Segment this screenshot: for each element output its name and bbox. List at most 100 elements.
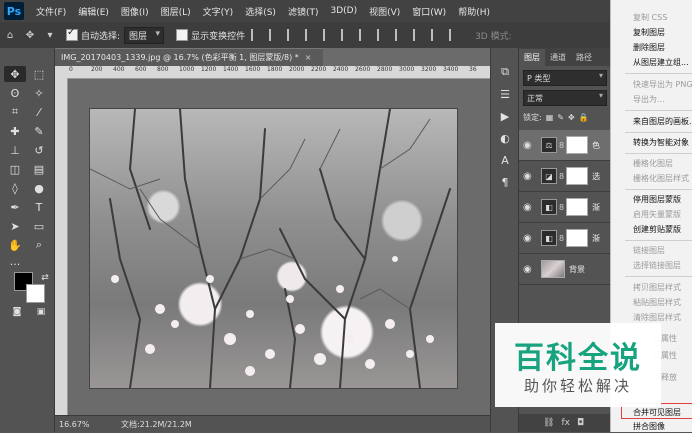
move-tool-icon[interactable]: ✥	[4, 66, 26, 82]
menu-quick-export-png[interactable]: 快速导出为 PNG	[633, 79, 692, 90]
lock-paint-icon[interactable]: ✎	[557, 113, 564, 122]
close-icon[interactable]: ×	[305, 53, 312, 62]
menu-edit[interactable]: 编辑(E)	[72, 5, 115, 18]
menu-flatten-image[interactable]: 拼合图像	[633, 421, 665, 432]
menu-view[interactable]: 视图(V)	[363, 5, 406, 18]
align-left-icon[interactable]	[251, 29, 265, 41]
eraser-tool-icon[interactable]: ◫	[4, 161, 26, 177]
lock-all-icon[interactable]: 🔒	[579, 113, 589, 122]
menu-rasterize-layer-style[interactable]: 栅格化图层样式	[633, 173, 689, 184]
menu-create-clipping-mask[interactable]: 创建剪贴蒙版	[633, 224, 681, 235]
align-right-icon[interactable]	[287, 29, 301, 41]
actions-panel-icon[interactable]: ▶	[495, 108, 515, 124]
more-tools-icon[interactable]: ···	[4, 256, 26, 272]
character-panel-icon[interactable]: A	[495, 152, 515, 168]
align-top-icon[interactable]	[305, 29, 319, 41]
menu-help[interactable]: 帮助(H)	[452, 5, 496, 18]
menu-artboard-from-layers[interactable]: 来自图层的画板...	[633, 116, 692, 127]
document-tab[interactable]: IMG_20170403_1339.jpg @ 16.7% (色彩平衡 1, 图…	[55, 48, 323, 66]
visibility-eye-icon[interactable]: ◉	[523, 233, 537, 244]
visibility-eye-icon[interactable]: ◉	[523, 140, 537, 151]
background-color-swatch[interactable]	[26, 284, 45, 303]
shape-tool-icon[interactable]: ▭	[28, 218, 50, 234]
menu-duplicate-layer[interactable]: 复制图层	[633, 27, 665, 38]
visibility-eye-icon[interactable]: ◉	[523, 202, 537, 213]
zoom-level[interactable]: 16.67%	[55, 420, 107, 429]
lasso-tool-icon[interactable]: ʘ	[4, 85, 26, 101]
home-icon[interactable]: ⌂	[3, 28, 17, 42]
visibility-eye-icon[interactable]: ◉	[523, 171, 537, 182]
align-center-icon[interactable]	[269, 29, 283, 41]
layer-mask-thumbnail[interactable]	[566, 167, 589, 185]
marquee-tool-icon[interactable]: ⬚	[28, 66, 50, 82]
screen-mode-icon[interactable]: ▣	[30, 304, 52, 320]
layer-row-selective-color[interactable]: ◉ ◪ 8 选	[519, 161, 611, 192]
adjustments-panel-icon[interactable]: ◐	[495, 130, 515, 146]
layer-row-background[interactable]: ◉ 背景	[519, 254, 611, 285]
paragraph-panel-icon[interactable]: ¶	[495, 174, 515, 190]
menu-select-linked-layers[interactable]: 选择链接图层	[633, 260, 681, 271]
menu-file[interactable]: 文件(F)	[30, 5, 72, 18]
dodge-tool-icon[interactable]: ●	[28, 180, 50, 196]
distribute-top-icon[interactable]	[413, 29, 427, 41]
fx-icon[interactable]: fx	[561, 418, 570, 428]
brush-tool-icon[interactable]: ✎	[28, 123, 50, 139]
distribute-center-icon[interactable]	[377, 29, 391, 41]
show-transform-checkbox[interactable]	[176, 29, 189, 41]
layer-row-gradient-1[interactable]: ◉ ◧ 8 渐	[519, 192, 611, 223]
menu-rasterize-layer[interactable]: 栅格化图层	[633, 158, 673, 169]
menu-enable-vector-mask[interactable]: 启用矢量蒙版	[633, 209, 681, 220]
menu-3d[interactable]: 3D(D)	[324, 6, 363, 16]
distribute-bottom-icon[interactable]	[449, 29, 463, 41]
menu-link-layers[interactable]: 链接图层	[633, 245, 665, 256]
distribute-left-icon[interactable]	[359, 29, 373, 41]
lock-position-icon[interactable]: ✥	[568, 113, 575, 122]
lock-pixels-icon[interactable]: ▦	[546, 113, 554, 122]
distribute-right-icon[interactable]	[395, 29, 409, 41]
move-tool-icon[interactable]: ✥	[23, 28, 37, 42]
menu-window[interactable]: 窗口(W)	[406, 5, 452, 18]
align-middle-icon[interactable]	[323, 29, 337, 41]
layer-row-gradient-2[interactable]: ◉ ◧ 8 渐	[519, 223, 611, 254]
auto-select-target-dropdown[interactable]: 图层	[124, 26, 165, 44]
layer-filter-dropdown[interactable]: P 类型	[523, 70, 607, 86]
menu-filter[interactable]: 滤镜(T)	[282, 5, 325, 18]
magic-wand-tool-icon[interactable]: ✧	[28, 85, 50, 101]
menu-copy-css[interactable]: 复制 CSS	[633, 12, 667, 23]
menu-image[interactable]: 图像(I)	[115, 5, 155, 18]
menu-layer[interactable]: 图层(L)	[155, 5, 197, 18]
layer-row-color-balance[interactable]: ◉ ⚖ 8 色	[519, 130, 611, 161]
path-selection-tool-icon[interactable]: ➤	[4, 218, 26, 234]
tab-paths[interactable]: 路径	[571, 52, 597, 66]
gradient-tool-icon[interactable]: ▤	[28, 161, 50, 177]
visibility-eye-icon[interactable]: ◉	[523, 264, 537, 275]
healing-brush-tool-icon[interactable]: ✚	[4, 123, 26, 139]
menu-export-as[interactable]: 导出为...	[633, 94, 665, 105]
layer-mask-thumbnail[interactable]	[566, 136, 589, 154]
blur-tool-icon[interactable]: ◊	[4, 180, 26, 196]
crop-tool-icon[interactable]: ⌗	[4, 104, 26, 120]
history-panel-icon[interactable]: ⧉	[495, 64, 515, 80]
mask-icon[interactable]: ◘	[577, 418, 584, 428]
menu-paste-layer-style[interactable]: 粘贴图层样式	[633, 297, 681, 308]
history-brush-tool-icon[interactable]: ↺	[28, 142, 50, 158]
menu-type[interactable]: 文字(Y)	[197, 5, 240, 18]
properties-panel-icon[interactable]: ☰	[495, 86, 515, 102]
menu-select[interactable]: 选择(S)	[239, 5, 282, 18]
menu-copy-layer-style[interactable]: 拷贝图层样式	[633, 282, 681, 293]
link-icon[interactable]: ⛓	[543, 418, 554, 428]
canvas-image[interactable]	[89, 108, 458, 389]
layer-mask-thumbnail[interactable]	[566, 198, 589, 216]
menu-convert-smart-object[interactable]: 转换为智能对象	[633, 137, 689, 148]
menu-clear-layer-style[interactable]: 清除图层样式	[633, 312, 681, 323]
hand-tool-icon[interactable]: ✋	[4, 237, 26, 253]
pen-tool-icon[interactable]: ✒	[4, 199, 26, 215]
distribute-middle-icon[interactable]	[431, 29, 445, 41]
chevron-down-icon[interactable]: ▾	[43, 28, 57, 42]
tab-channels[interactable]: 通道	[545, 52, 571, 66]
clone-stamp-tool-icon[interactable]: ⊥	[4, 142, 26, 158]
quick-mask-icon[interactable]: ◙	[6, 304, 28, 320]
menu-delete-layer[interactable]: 删除图层	[633, 42, 665, 53]
blend-mode-dropdown[interactable]: 正常	[523, 90, 607, 106]
tab-layers[interactable]: 图层	[519, 49, 545, 66]
